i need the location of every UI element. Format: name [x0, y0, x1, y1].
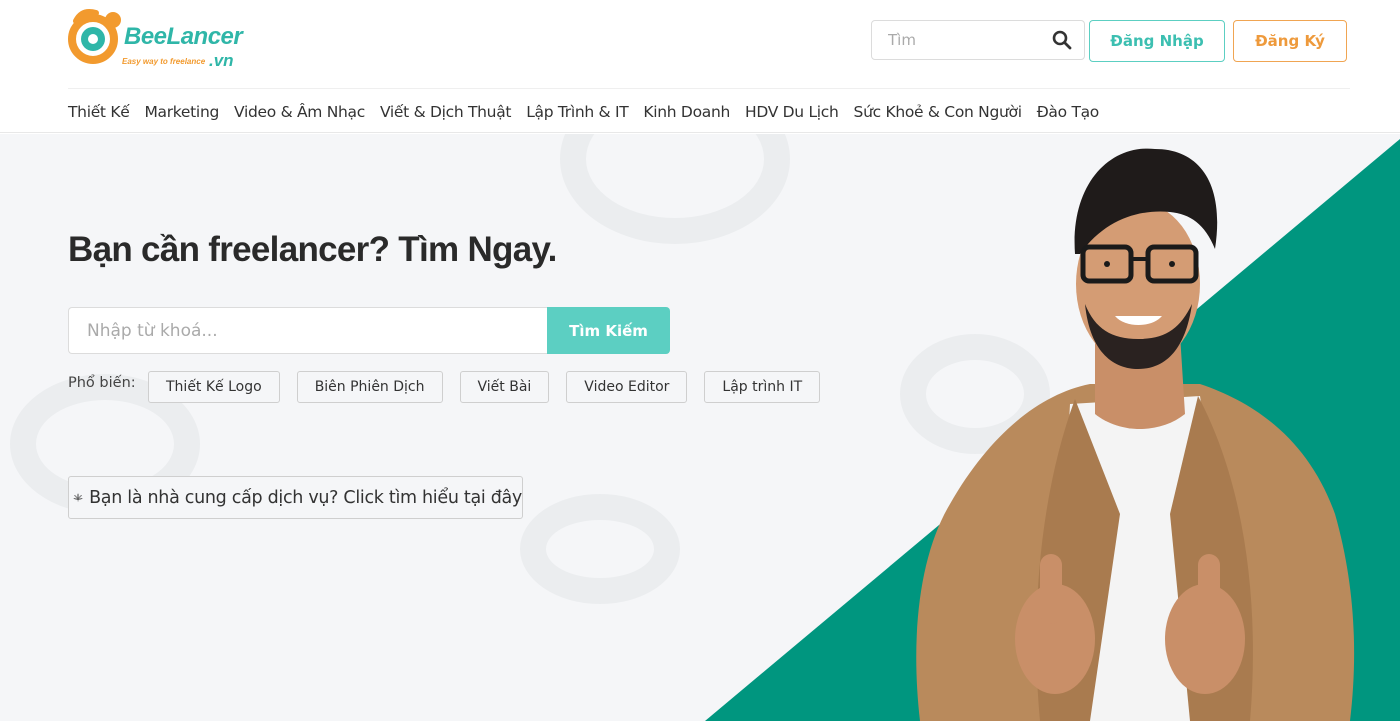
hero-person-image	[916, 148, 1355, 721]
login-button[interactable]: Đăng Nhập	[1089, 20, 1225, 62]
site-header: BeeLancer .vn Easy way to freelance Đăng…	[0, 0, 1400, 133]
nav-item-education[interactable]: Đào Tạo	[1037, 103, 1100, 121]
provider-link-text: Bạn là nhà cung cấp dịch vụ? Click tìm h…	[89, 487, 522, 508]
nav-item-video-music[interactable]: Video & Âm Nhạc	[234, 103, 365, 121]
header-search-input[interactable]	[872, 21, 1042, 59]
hero-search-button[interactable]: Tìm Kiếm	[547, 307, 670, 354]
hero-search-input[interactable]	[68, 307, 548, 354]
beelancer-logo[interactable]: BeeLancer .vn Easy way to freelance	[66, 3, 243, 73]
search-icon[interactable]	[1052, 30, 1072, 50]
header-divider	[68, 88, 1350, 89]
popular-tag[interactable]: Biên Phiên Dịch	[296, 371, 443, 403]
hero-search-bar: Tìm Kiếm	[68, 307, 670, 354]
popular-tag[interactable]: Video Editor	[566, 371, 688, 403]
hero-title: Bạn cần freelancer? Tìm Ngay.	[68, 230, 557, 269]
category-nav: Thiết Kế Marketing Video & Âm Nhạc Viết …	[68, 100, 1114, 124]
provider-info-link[interactable]: Bạn là nhà cung cấp dịch vụ? Click tìm h…	[68, 476, 523, 519]
nav-item-programming-it[interactable]: Lập Trình & IT	[526, 103, 629, 121]
popular-tag[interactable]: Lập trình IT	[704, 371, 821, 403]
popular-tags: Thiết Kế Logo Biên Phiên Dịch Viết Bài V…	[148, 371, 837, 403]
nav-item-writing-translation[interactable]: Viết & Dịch Thuật	[380, 103, 512, 121]
hero-section: Bạn cần freelancer? Tìm Ngay. Tìm Kiếm P…	[0, 134, 1400, 721]
nav-item-health-people[interactable]: Sức Khoẻ & Con Người	[854, 103, 1022, 121]
cannabis-leaf-icon	[73, 493, 83, 501]
header-search	[871, 20, 1085, 60]
popular-tag[interactable]: Viết Bài	[459, 371, 550, 403]
nav-item-tour-guide[interactable]: HDV Du Lịch	[745, 103, 839, 121]
nav-item-design[interactable]: Thiết Kế	[68, 103, 130, 121]
popular-label: Phổ biến:	[68, 375, 136, 391]
bee-logo-icon	[68, 9, 121, 64]
register-button[interactable]: Đăng Ký	[1233, 20, 1347, 62]
logo-tagline: Easy way to freelance	[122, 57, 206, 66]
popular-tag[interactable]: Thiết Kế Logo	[148, 371, 280, 403]
nav-item-marketing[interactable]: Marketing	[144, 103, 219, 121]
logo-wordmark: BeeLancer	[124, 23, 243, 50]
logo-domain-suffix: .vn	[209, 51, 234, 70]
nav-item-business[interactable]: Kinh Doanh	[643, 103, 730, 121]
